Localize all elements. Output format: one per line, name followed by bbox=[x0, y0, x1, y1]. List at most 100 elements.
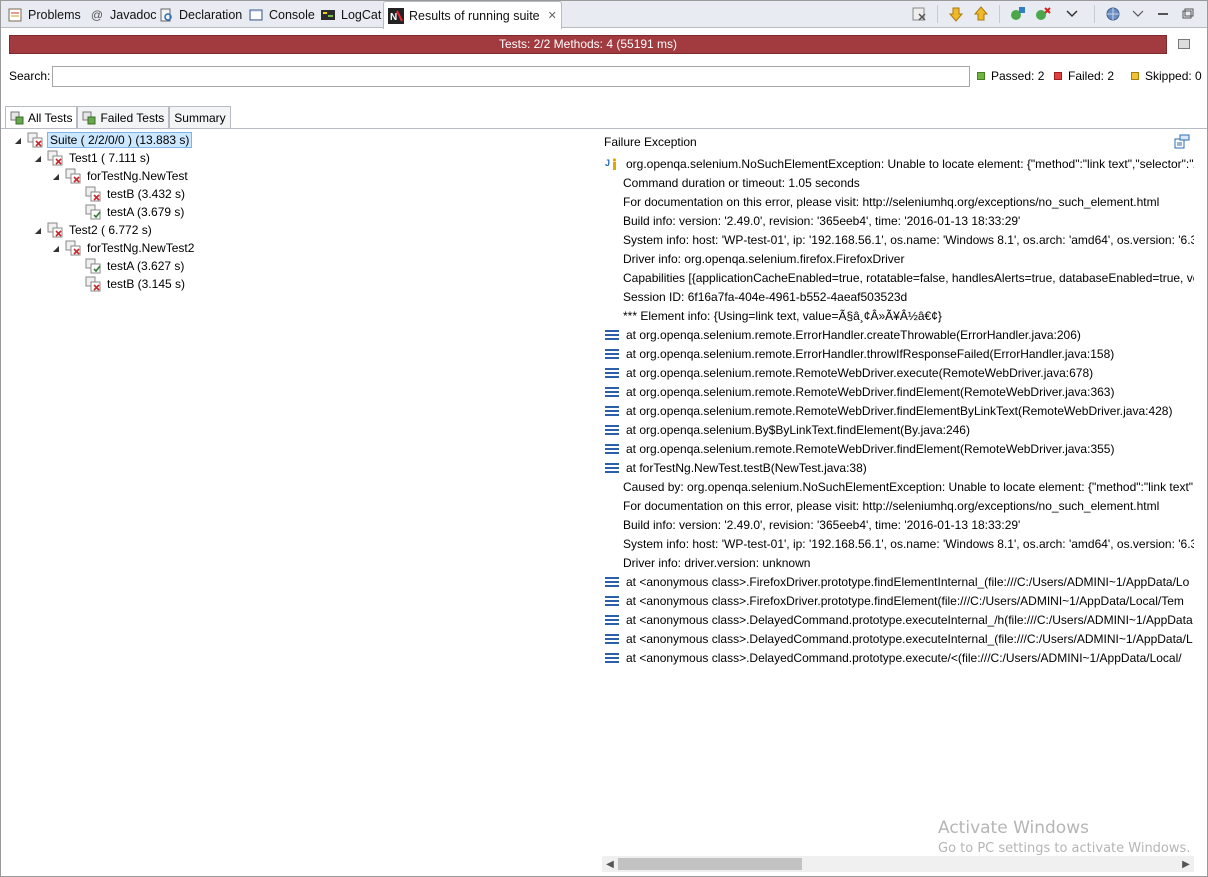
tree-item-testb[interactable]: testB (3.432 s) bbox=[85, 185, 187, 203]
trace-text-row[interactable]: System info: host: 'WP-test-01', ip: '19… bbox=[604, 230, 1194, 249]
history-dropdown-icon[interactable] bbox=[1059, 5, 1085, 23]
tree-item-testa[interactable]: testA (3.679 s) bbox=[85, 203, 186, 221]
tab-results-of-running-suite[interactable]: N Results of running suite ✕ bbox=[383, 1, 562, 29]
trace-line-text: at org.openqa.selenium.remote.RemoteWebD… bbox=[626, 365, 1094, 380]
close-tab-icon[interactable]: ✕ bbox=[548, 9, 557, 22]
trace-line-text: at <anonymous class>.DelayedCommand.prot… bbox=[626, 631, 1193, 646]
tab-problems[interactable]: Problems bbox=[3, 1, 85, 28]
tree-item-test1[interactable]: ◢ Test1 ( 7.111 s) bbox=[33, 149, 152, 167]
search-label: Search: bbox=[9, 69, 51, 83]
test-failed-icon bbox=[85, 186, 101, 202]
tree-item-testb[interactable]: testB (3.145 s) bbox=[85, 275, 187, 293]
stack-frame-row[interactable]: at <anonymous class>.FirefoxDriver.proto… bbox=[604, 591, 1184, 610]
stack-frame-row[interactable]: at <anonymous class>.DelayedCommand.prot… bbox=[604, 629, 1193, 648]
tab-declaration[interactable]: Declaration bbox=[154, 1, 246, 28]
toggle-layout-icon[interactable] bbox=[1178, 39, 1190, 49]
trace-text-row[interactable]: For documentation on this error, please … bbox=[604, 192, 1159, 211]
stack-frame-row[interactable]: at org.openqa.selenium.By$ByLinkText.fin… bbox=[604, 420, 970, 439]
stack-frame-row[interactable]: at org.openqa.selenium.remote.ErrorHandl… bbox=[604, 344, 1114, 363]
trace-text-row[interactable]: Build info: version: '2.49.0', revision:… bbox=[604, 515, 1020, 534]
trace-line-text: System info: host: 'WP-test-01', ip: '19… bbox=[623, 232, 1194, 247]
tab-label: Problems bbox=[28, 7, 81, 22]
stack-frame-row[interactable]: at org.openqa.selenium.remote.RemoteWebD… bbox=[604, 439, 1114, 458]
stack-frame-row[interactable]: at org.openqa.selenium.remote.RemoteWebD… bbox=[604, 363, 1093, 382]
exception-row[interactable]: Jorg.openqa.selenium.NoSuchElementExcept… bbox=[604, 154, 1194, 173]
tree-item-suite[interactable]: ◢ Suite ( 2/2/0/0 ) (13.883 s) bbox=[13, 131, 193, 149]
scroll-right-icon[interactable]: ▶ bbox=[1178, 856, 1194, 872]
failed-counter: Failed: 2 bbox=[1054, 69, 1114, 83]
next-failure-icon[interactable] bbox=[947, 5, 965, 23]
trace-line-text: Caused by: org.openqa.selenium.NoSuchEle… bbox=[623, 479, 1194, 494]
stack-frame-row[interactable]: at forTestNg.NewTest.testB(NewTest.java:… bbox=[604, 458, 867, 477]
minimize-icon[interactable] bbox=[1154, 5, 1172, 23]
tab-console[interactable]: Console bbox=[244, 1, 319, 28]
stack-frame-icon bbox=[604, 631, 620, 647]
maximize-icon[interactable] bbox=[1179, 5, 1197, 23]
tab-label: Summary bbox=[174, 111, 226, 125]
tree-item-test2[interactable]: ◢ Test2 ( 6.772 s) bbox=[33, 221, 154, 239]
expand-toggle-icon[interactable]: ◢ bbox=[51, 243, 61, 253]
test-tree: ◢ Suite ( 2/2/0/0 ) (13.883 s) ◢ Test1 ( 7.… bbox=[1, 131, 596, 871]
stack-frame-icon bbox=[604, 460, 620, 476]
trace-text-row[interactable]: Driver info: driver.version: unknown bbox=[604, 553, 810, 572]
horizontal-scrollbar[interactable]: ◀ ▶ bbox=[602, 856, 1194, 872]
trace-text-row[interactable]: Command duration or timeout: 1.05 second… bbox=[604, 173, 860, 192]
expand-toggle-icon[interactable]: ◢ bbox=[33, 225, 43, 235]
tab-summary[interactable]: Summary bbox=[169, 106, 231, 129]
expand-toggle-icon[interactable]: ◢ bbox=[33, 153, 43, 163]
tab-javadoc[interactable]: @ Javadoc bbox=[85, 1, 161, 28]
tree-item-label: Test2 ( 6.772 s) bbox=[69, 223, 152, 237]
javadoc-icon: @ bbox=[90, 7, 104, 22]
test-tree-icon bbox=[82, 111, 96, 125]
trace-text-row[interactable]: Driver info: org.openqa.selenium.firefox… bbox=[604, 249, 904, 268]
expand-toggle-icon[interactable]: ◢ bbox=[51, 171, 61, 181]
test-tree-icon bbox=[10, 111, 24, 125]
tab-label: All Tests bbox=[28, 111, 73, 125]
trace-text-row[interactable]: For documentation on this error, please … bbox=[604, 496, 1159, 515]
tree-item-label: testB (3.432 s) bbox=[107, 187, 186, 201]
stack-frame-icon bbox=[604, 384, 620, 400]
trace-line-text: at org.openqa.selenium.remote.RemoteWebD… bbox=[626, 384, 1115, 399]
trace-text-row[interactable]: Caused by: org.openqa.selenium.NoSuchEle… bbox=[604, 477, 1194, 496]
stack-frame-row[interactable]: at <anonymous class>.FirefoxDriver.proto… bbox=[604, 572, 1189, 591]
previous-failure-icon[interactable] bbox=[972, 5, 990, 23]
testng-results-view: Problems @ Javadoc Declaration Console L… bbox=[0, 0, 1208, 877]
search-input[interactable] bbox=[52, 66, 970, 87]
test-failed-icon bbox=[47, 150, 63, 166]
rerun-tests-icon[interactable] bbox=[1009, 5, 1027, 23]
tree-item-testa[interactable]: testA (3.627 s) bbox=[85, 257, 186, 275]
stack-frame-row[interactable]: at org.openqa.selenium.remote.RemoteWebD… bbox=[604, 382, 1114, 401]
tab-label: Javadoc bbox=[110, 7, 157, 22]
scroll-left-icon[interactable]: ◀ bbox=[602, 856, 618, 872]
skipped-counter: Skipped: 0 bbox=[1131, 69, 1202, 83]
tree-item-class-newtest2[interactable]: ◢ forTestNg.NewTest2 bbox=[51, 239, 196, 257]
tab-failed-tests[interactable]: Failed Tests bbox=[77, 106, 170, 129]
scrollbar-thumb[interactable] bbox=[618, 858, 802, 870]
trace-text-row[interactable]: Capabilities [{applicationCacheEnabled=t… bbox=[604, 268, 1194, 287]
trace-text-row[interactable]: *** Element info: {Using=link text, valu… bbox=[604, 306, 942, 325]
stack-frame-row[interactable]: at <anonymous class>.DelayedCommand.prot… bbox=[604, 648, 1182, 667]
tree-item-label: forTestNg.NewTest2 bbox=[87, 241, 195, 255]
filter-stack-trace-icon[interactable] bbox=[1174, 134, 1190, 150]
trace-text-row[interactable]: System info: host: 'WP-test-01', ip: '19… bbox=[604, 534, 1194, 553]
console-icon bbox=[248, 7, 264, 23]
test-failed-icon bbox=[65, 168, 81, 184]
view-menu-icon[interactable] bbox=[1129, 5, 1147, 23]
test-failed-icon bbox=[65, 240, 81, 256]
trace-text-row[interactable]: Session ID: 6f16a7fa-404e-4961-b552-4aea… bbox=[604, 287, 907, 306]
rerun-failed-tests-icon[interactable] bbox=[1034, 5, 1052, 23]
logcat-icon bbox=[320, 7, 336, 23]
tab-label: Failed Tests bbox=[100, 111, 165, 125]
stack-frame-row[interactable]: at org.openqa.selenium.remote.RemoteWebD… bbox=[604, 401, 1172, 420]
tab-logcat[interactable]: LogCat bbox=[316, 1, 385, 28]
stack-frame-row[interactable]: at org.openqa.selenium.remote.ErrorHandl… bbox=[604, 325, 1081, 344]
stack-frame-row[interactable]: at <anonymous class>.DelayedCommand.prot… bbox=[604, 610, 1193, 629]
trace-text-row[interactable]: Build info: version: '2.49.0', revision:… bbox=[604, 211, 1020, 230]
trace-line-text: at forTestNg.NewTest.testB(NewTest.java:… bbox=[626, 460, 867, 475]
tree-item-label: testA (3.679 s) bbox=[107, 205, 185, 219]
globe-icon[interactable] bbox=[1104, 5, 1122, 23]
tab-all-tests[interactable]: All Tests bbox=[5, 106, 78, 129]
expand-toggle-icon[interactable]: ◢ bbox=[13, 135, 23, 145]
tree-item-class-newtest[interactable]: ◢ forTestNg.NewTest bbox=[51, 167, 190, 185]
clear-results-icon[interactable] bbox=[910, 5, 928, 23]
